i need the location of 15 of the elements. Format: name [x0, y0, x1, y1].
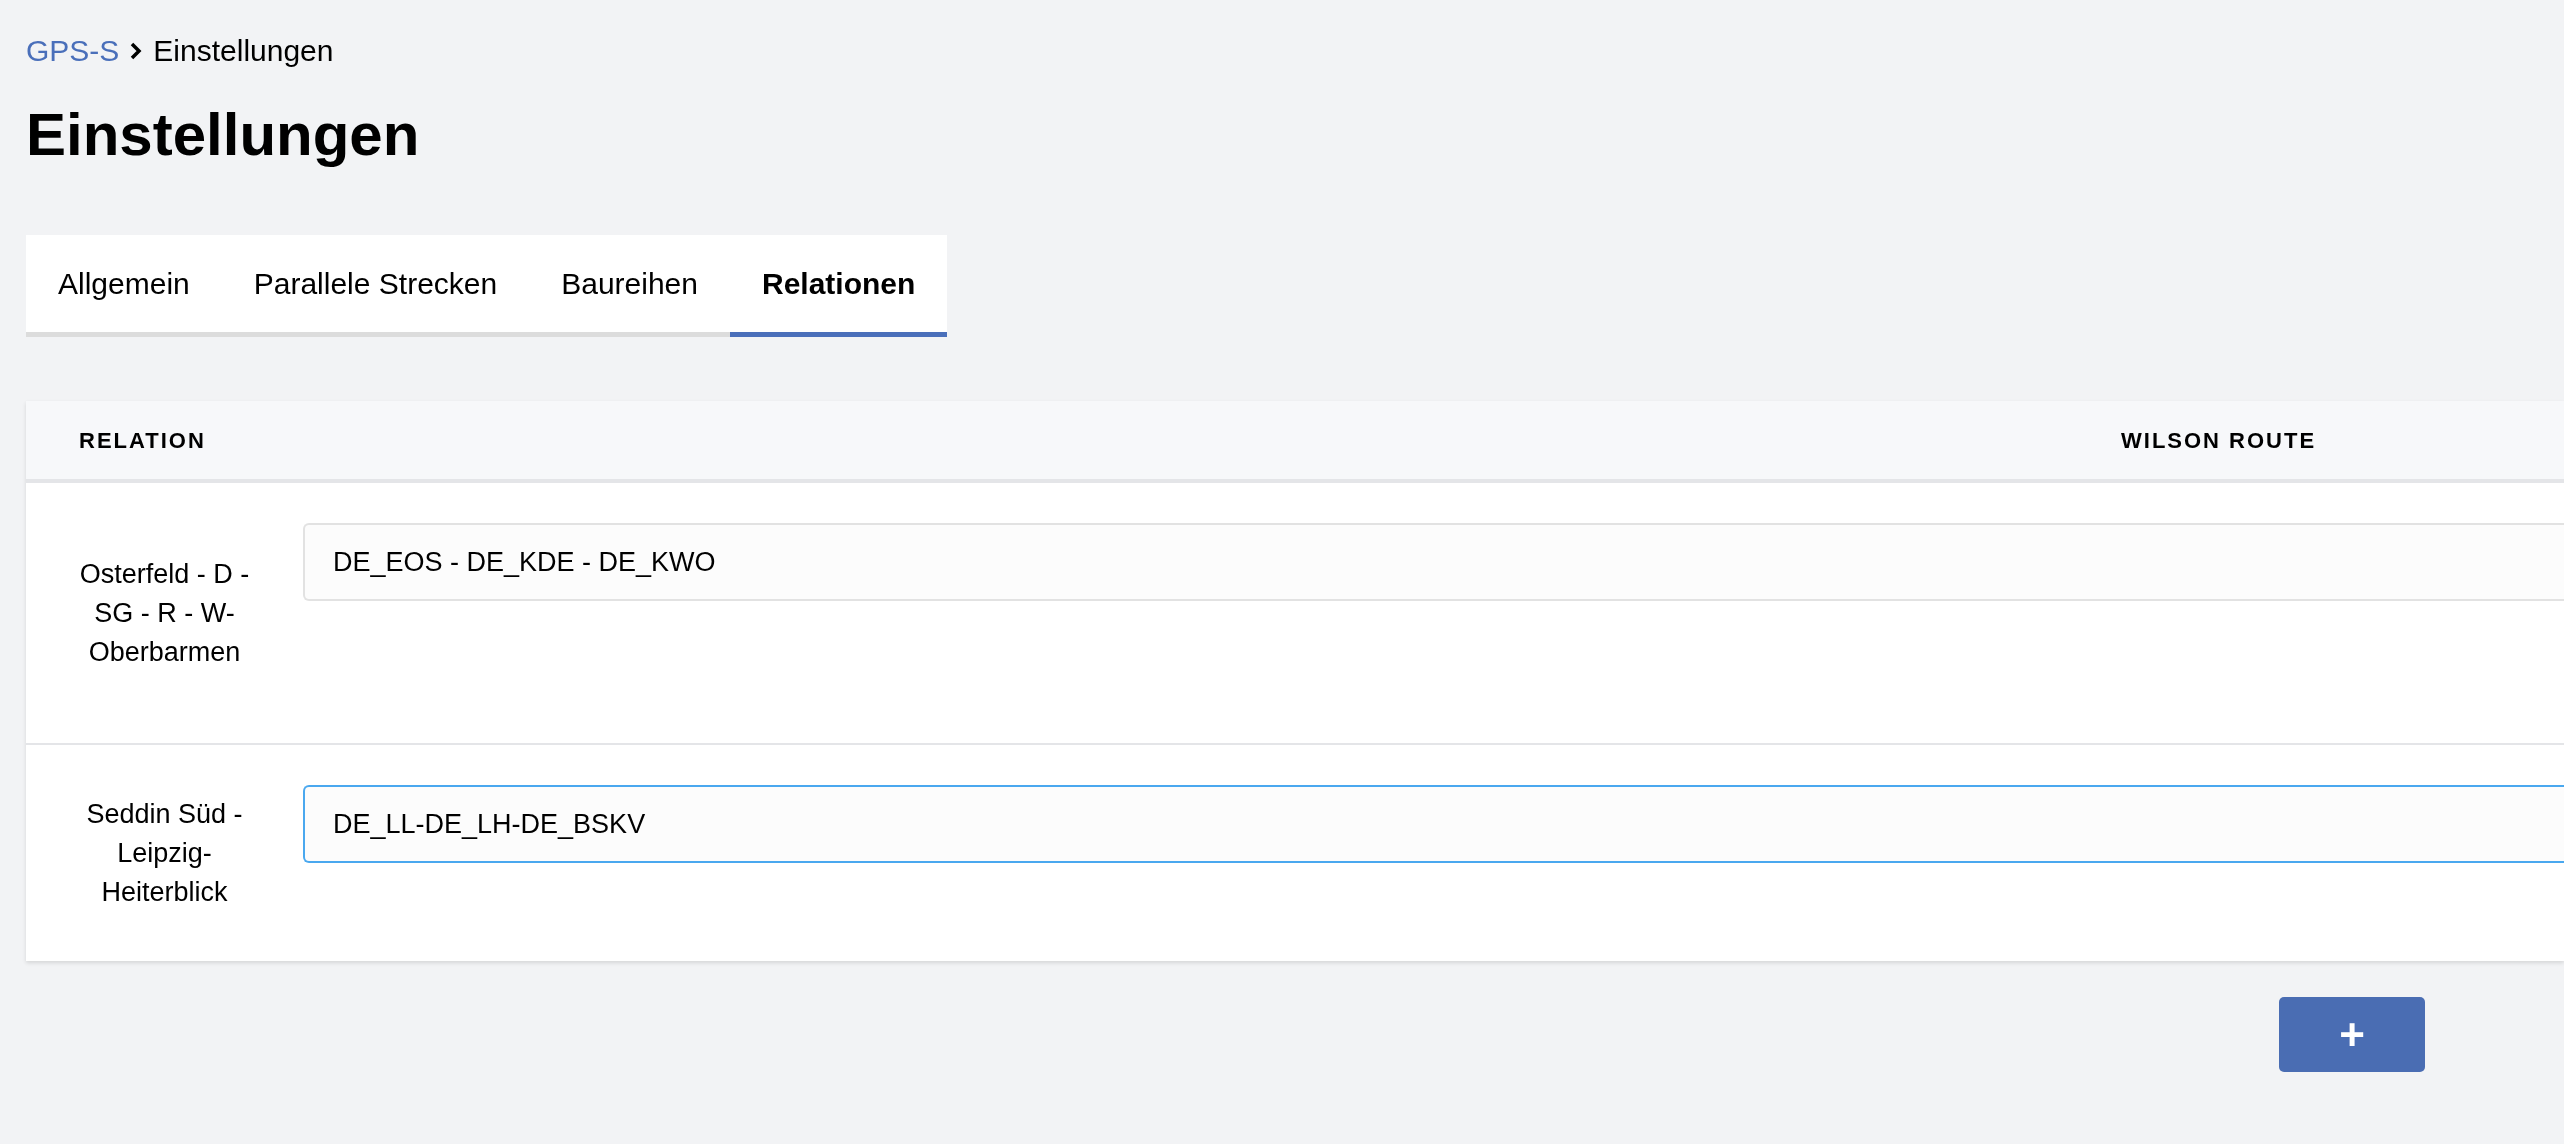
- breadcrumb-link[interactable]: GPS-S: [26, 28, 120, 73]
- route-input[interactable]: DE_LL-DE_LH-DE_BSKV: [303, 785, 2564, 863]
- column-header: WILSON ROUTE: [2121, 427, 2317, 453]
- tab[interactable]: Allgemein: [26, 235, 222, 337]
- page-title: Einstellungen: [25, 100, 421, 170]
- chevron-right-icon: [129, 40, 144, 61]
- tab[interactable]: Parallele Strecken: [221, 235, 530, 337]
- relation-name: Seddin Süd - Leipzig-Heiterblick: [85, 797, 244, 909]
- route-input[interactable]: DE_EOS - DE_KDE - DE_KWO: [303, 523, 2564, 601]
- column-header: RELATION: [79, 427, 206, 453]
- tab[interactable]: Baureihen: [529, 235, 730, 337]
- relation-name: Osterfeld - D - SG - R - W- Oberbarmen: [78, 557, 251, 669]
- breadcrumb-current: Einstellungen: [153, 33, 334, 69]
- tab[interactable]: Relationen: [730, 235, 948, 337]
- add-button[interactable]: +: [2279, 997, 2425, 1072]
